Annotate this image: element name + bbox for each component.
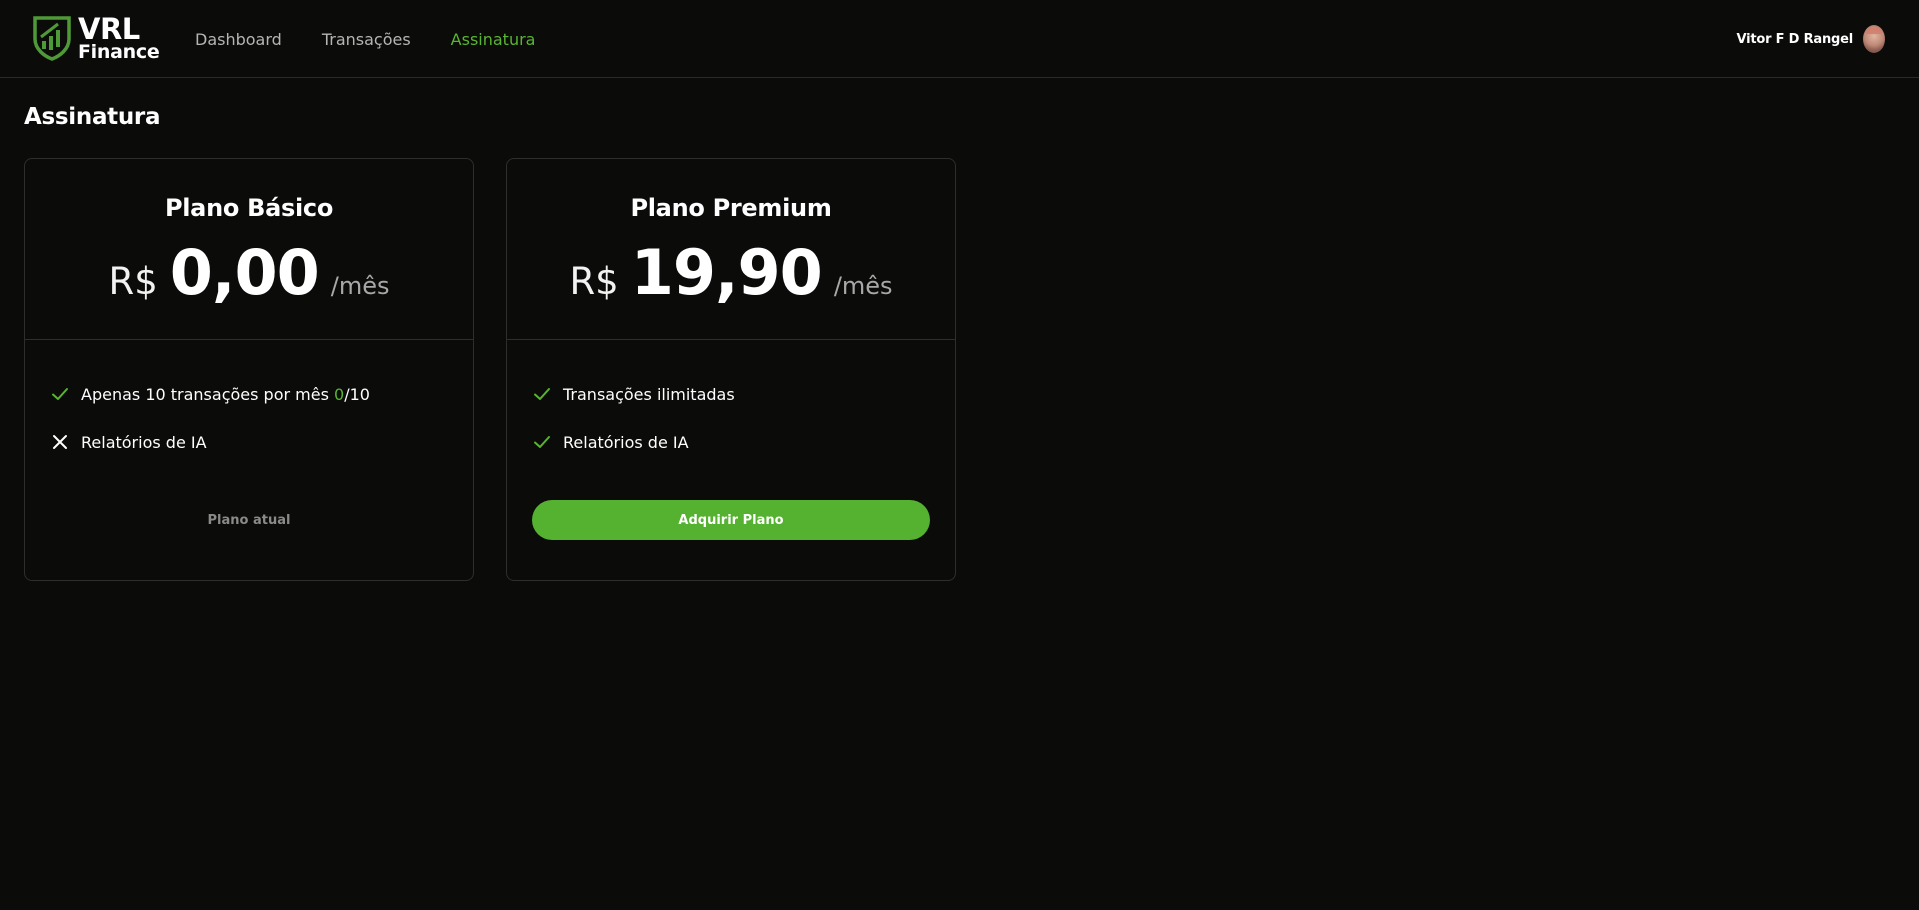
current-plan-label: Plano atual [207,512,291,528]
brand-name-line1: VRL [78,11,140,46]
check-icon [534,436,550,448]
feature-item: Apenas 10 transações por mês 0/10 [50,382,448,406]
x-icon [53,435,67,449]
brand-name-line2: Finance [78,40,160,63]
check-icon [52,388,68,400]
nav-assinatura[interactable]: Assinatura [451,30,536,49]
feature-item: Relatórios de IA [532,430,930,454]
feature-item: Relatórios de IA [50,430,448,454]
feature-list: Apenas 10 transações por mês 0/10 Relató… [25,340,473,454]
user-menu[interactable]: Vitor F D Rangel [1736,24,1885,54]
shield-chart-icon [33,16,71,61]
feature-list: Transações ilimitadas Relatórios de IA [507,340,955,454]
brand-logo[interactable]: VRL Finance [32,11,160,63]
usage-limit: /10 [344,384,370,404]
plan-price: R$ 0,00 /mês [109,236,390,309]
plan-name: Plano Básico [164,194,334,222]
main-nav: Dashboard Transações Assinatura [195,0,575,78]
check-icon [534,388,550,400]
price-currency: R$ [569,260,619,303]
nav-transacoes[interactable]: Transações [322,30,411,49]
feature-text: Apenas 10 transações por mês 0/10 [81,384,370,404]
usage-count: 0 [334,384,345,404]
price-period: /mês [330,272,390,300]
plan-card-basic: Plano Básico R$ 0,00 /mês Apenas 10 tran… [24,158,474,581]
feature-text: Relatórios de IA [81,432,207,452]
nav-dashboard[interactable]: Dashboard [195,30,282,49]
avatar[interactable] [1863,25,1885,53]
feature-text: Transações ilimitadas [563,384,735,404]
price-amount: 0,00 [169,236,320,309]
feature-text: Relatórios de IA [563,432,689,452]
user-name: Vitor F D Rangel [1736,31,1853,47]
feature-item: Transações ilimitadas [532,382,930,406]
price-amount: 19,90 [630,236,823,309]
price-currency: R$ [108,260,158,303]
plan-name: Plano Premium [630,194,832,222]
page-title: Assinatura [24,104,161,130]
price-period: /mês [833,272,893,300]
buy-plan-button[interactable]: Adquirir Plano [532,500,930,540]
plan-card-premium: Plano Premium R$ 19,90 /mês Transações i… [506,158,956,581]
top-navbar: VRL Finance Dashboard Transações Assinat… [0,0,1919,78]
plan-price: R$ 19,90 /mês [569,236,892,309]
